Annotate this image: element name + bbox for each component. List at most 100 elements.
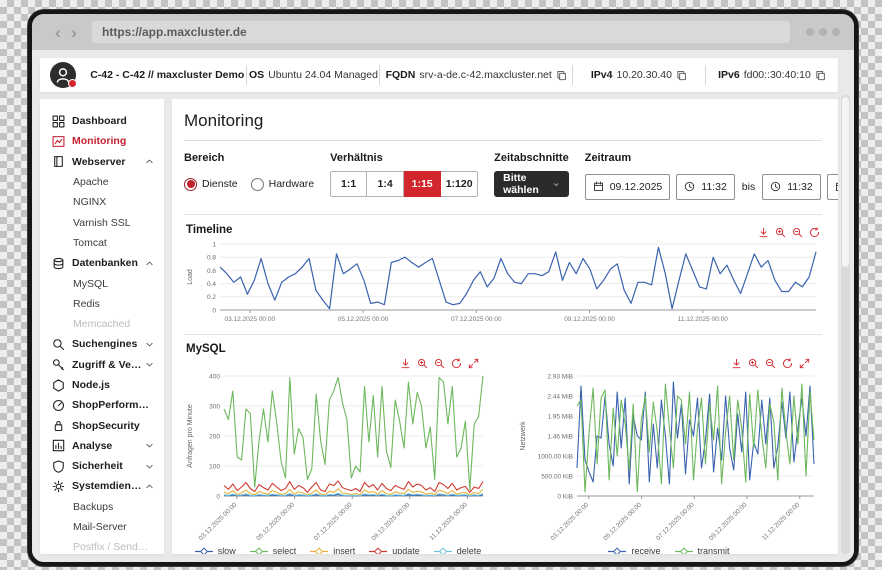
refresh-icon[interactable] xyxy=(782,356,793,368)
date-to-field[interactable]: 12.12.2025 xyxy=(826,173,838,200)
svg-text:07.12.2025 00:00: 07.12.2025 00:00 xyxy=(313,501,354,542)
bis-label: bis xyxy=(741,180,756,193)
zoom-in-icon[interactable] xyxy=(417,356,428,369)
zeitabschnitte-dropdown[interactable]: Bitte wählen xyxy=(494,171,569,197)
sidebar-item-memcached[interactable]: Memcached xyxy=(40,314,164,334)
sidebar-item-shopsecurity[interactable]: ShopSecurity xyxy=(40,415,164,435)
download-icon[interactable] xyxy=(758,225,769,237)
copy-icon[interactable] xyxy=(556,70,567,81)
notification-dot xyxy=(68,79,77,88)
svg-text:Anfragen pro Minute: Anfragen pro Minute xyxy=(187,404,194,468)
sidebar-item-mail-server[interactable]: Mail-Server xyxy=(40,517,164,537)
legend-insert[interactable]: insert xyxy=(309,546,355,554)
svg-text:11.12.2025 00:00: 11.12.2025 00:00 xyxy=(761,501,802,542)
sidebar-item-varnish-ssl[interactable]: Varnish SSL xyxy=(40,212,164,232)
server-info-ipv4: IPv4 10.20.30.40 xyxy=(573,58,705,92)
sidebar-item-postfix-sendmail[interactable]: Postfix / Sendmail xyxy=(40,537,164,554)
zoom-out-icon[interactable] xyxy=(792,225,803,237)
time-from-field[interactable]: 11:32 xyxy=(676,173,735,200)
refresh-icon[interactable] xyxy=(809,225,820,237)
sidebar-item-sicherheit[interactable]: Sicherheit xyxy=(40,456,164,476)
dashboard-icon xyxy=(52,115,65,128)
date-from-field[interactable]: 09.12.2025 xyxy=(584,173,671,200)
timeline-toolbar xyxy=(758,225,820,237)
scrollbar-thumb[interactable] xyxy=(842,97,849,267)
sidebar-item-dashboard[interactable]: Dashboard xyxy=(40,111,164,131)
sidebar-item-apache[interactable]: Apache xyxy=(40,172,164,192)
expand-icon[interactable] xyxy=(799,356,810,369)
nodejs-icon xyxy=(52,378,65,392)
browser-back-button[interactable]: ‹ xyxy=(50,24,66,41)
shield-icon xyxy=(52,460,65,473)
svg-text:2.44 MiB: 2.44 MiB xyxy=(547,393,573,400)
zoom-out-icon[interactable] xyxy=(434,356,445,369)
svg-text:07.12.2025 00:00: 07.12.2025 00:00 xyxy=(451,316,502,323)
zoom-in-icon[interactable] xyxy=(775,225,786,237)
server-info-ipv6: IPv6 fd00::30:40:10 xyxy=(706,58,838,92)
monitoring-icon xyxy=(52,135,65,148)
svg-text:05.12.2025 00:00: 05.12.2025 00:00 xyxy=(602,501,643,542)
sidebar-item-mysql[interactable]: MySQL xyxy=(40,273,164,293)
sidebar-item-systemdienste[interactable]: Systemdienste xyxy=(40,476,164,496)
ratio-button-1-4[interactable]: 1:4 xyxy=(367,171,405,197)
ratio-button-1-120[interactable]: 1:120 xyxy=(441,171,479,197)
clock-icon xyxy=(770,181,781,192)
legend-update[interactable]: update xyxy=(368,546,420,554)
dropdown-value: Bitte wählen xyxy=(503,172,539,196)
sidebar-item-node-js[interactable]: Node.js xyxy=(40,375,164,395)
user-avatar[interactable] xyxy=(50,62,77,88)
legend-receive[interactable]: receive xyxy=(607,546,661,554)
ratio-button-1-15[interactable]: 1:15 xyxy=(404,171,442,197)
webserver-icon xyxy=(52,155,65,168)
expand-icon[interactable] xyxy=(468,356,479,369)
lock-icon xyxy=(52,419,65,432)
mysql-queries-toolbar xyxy=(184,356,491,369)
time-to-field[interactable]: 11:32 xyxy=(762,173,821,200)
zoom-in-icon[interactable] xyxy=(748,356,759,369)
copy-icon[interactable] xyxy=(815,70,826,81)
svg-text:05.12.2025 00:00: 05.12.2025 00:00 xyxy=(338,316,389,323)
svg-text:100: 100 xyxy=(209,463,220,470)
sidebar-item-monitoring[interactable]: Monitoring xyxy=(40,131,164,151)
svg-text:1: 1 xyxy=(212,241,216,248)
timeline-chart: 0 0.2 0.4 0.6 0.8 1 03.12.2025 00:00 05.12.2025… xyxy=(187,241,817,323)
radio-hardware[interactable]: Hardware xyxy=(250,177,314,191)
sidebar-item-tomcat[interactable]: Tomcat xyxy=(40,233,164,253)
svg-text:11.12.2025 00:00: 11.12.2025 00:00 xyxy=(428,501,469,542)
svg-text:1.46 MiB: 1.46 MiB xyxy=(547,433,573,440)
chevron-down-icon xyxy=(145,441,154,450)
url-text: https://app.maxcluster.de xyxy=(102,25,247,39)
search-icon xyxy=(52,338,65,351)
sidebar-item-analyse[interactable]: Analyse xyxy=(40,436,164,456)
sidebar-item-nginx[interactable]: NGINX xyxy=(40,192,164,212)
browser-forward-button[interactable]: › xyxy=(66,24,82,41)
main-scrollbar xyxy=(841,95,850,554)
sidebar-item-shopperformance[interactable]: ShopPerformance xyxy=(40,395,164,415)
ratio-button-1-1[interactable]: 1:1 xyxy=(330,171,368,197)
main-panel: Monitoring Bereich Dienste Hardware Verhä… xyxy=(172,99,838,554)
browser-chrome: ‹ › https://app.maxcluster.de xyxy=(32,14,854,50)
ratio-button-group: 1:1 1:4 1:15 1:120 xyxy=(330,171,479,197)
legend-slow[interactable]: slow xyxy=(194,546,236,554)
sidebar-item-webserver[interactable]: Webserver xyxy=(40,152,164,172)
sidebar-item-suchengines[interactable]: Suchengines xyxy=(40,334,164,354)
legend-delete[interactable]: delete xyxy=(433,546,481,554)
sidebar-item-backups[interactable]: Backups xyxy=(40,497,164,517)
sidebar-item-datenbanken[interactable]: Datenbanken xyxy=(40,253,164,273)
zeitabschnitte-label: Zeitabschnitte xyxy=(494,152,569,164)
download-icon[interactable] xyxy=(400,356,411,369)
sidebar-item-redis[interactable]: Redis xyxy=(40,294,164,314)
browser-menu-icon[interactable] xyxy=(806,28,840,36)
address-bar[interactable]: https://app.maxcluster.de xyxy=(92,21,790,43)
download-icon[interactable] xyxy=(731,356,742,369)
legend-transmit[interactable]: transmit xyxy=(674,546,730,554)
calendar-icon xyxy=(835,181,838,192)
svg-text:500.00 KiB: 500.00 KiB xyxy=(541,473,573,480)
legend-select[interactable]: select xyxy=(249,546,296,554)
zoom-out-icon[interactable] xyxy=(765,356,776,369)
copy-icon[interactable] xyxy=(676,70,687,81)
radio-dienste[interactable]: Dienste xyxy=(184,177,238,191)
svg-text:09.12.2025 00:00: 09.12.2025 00:00 xyxy=(371,501,412,542)
sidebar-item-zugriff-verwaltung[interactable]: Zugriff & Verwaltung xyxy=(40,355,164,375)
refresh-icon[interactable] xyxy=(451,356,462,368)
